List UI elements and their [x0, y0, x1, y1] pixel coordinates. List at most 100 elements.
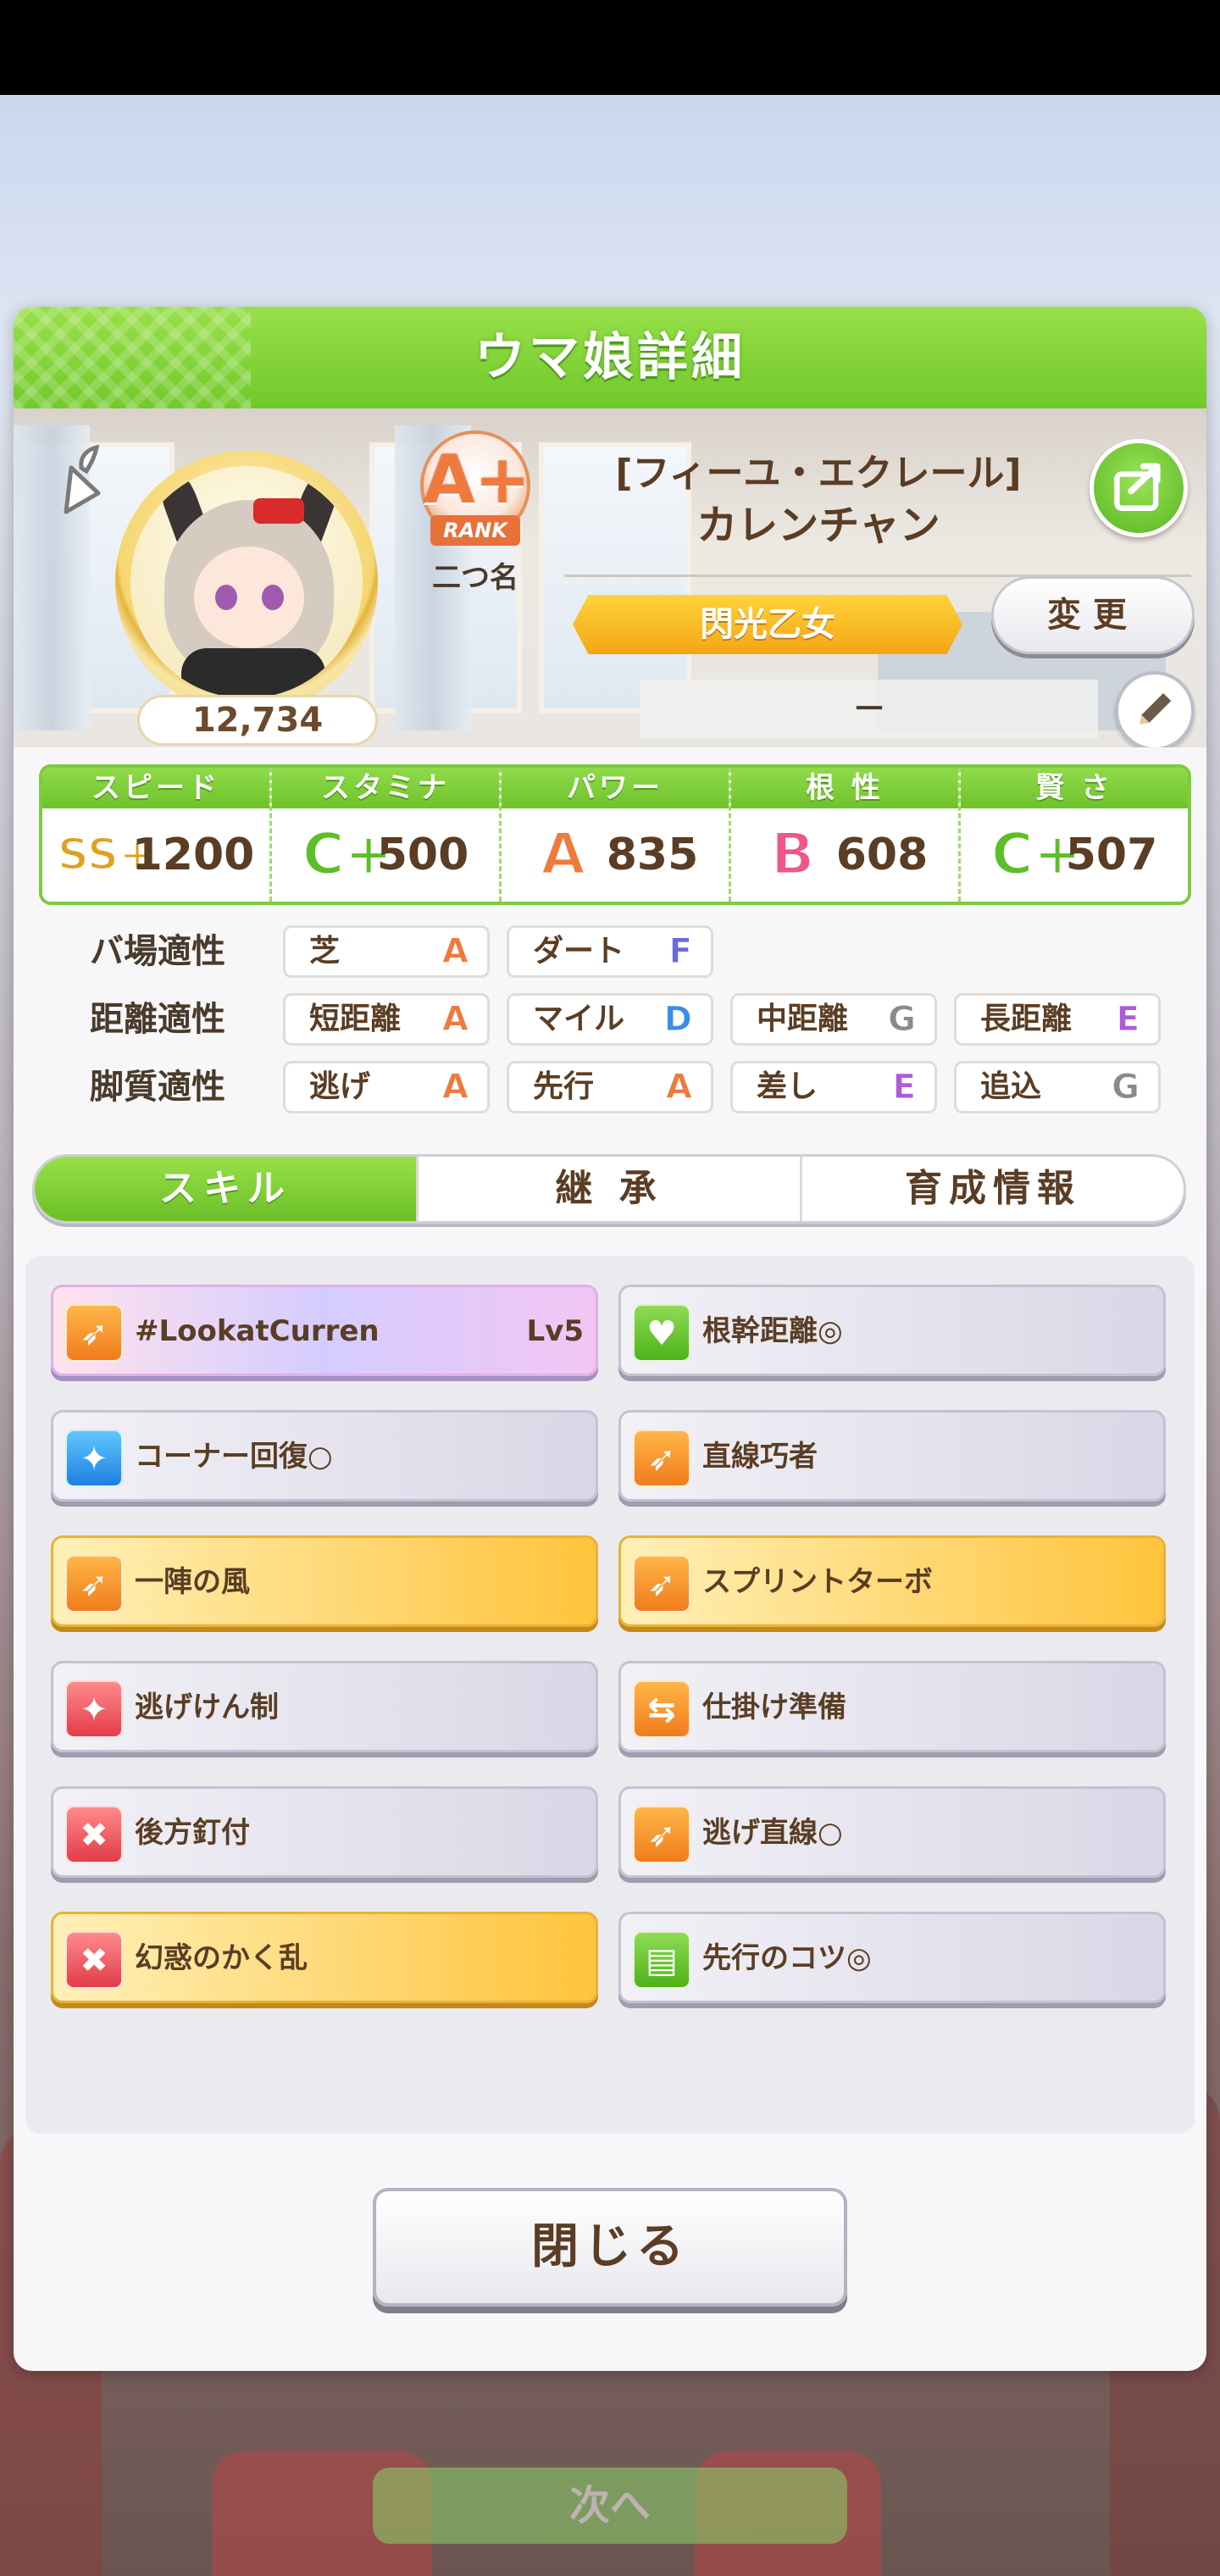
- stat-body: A 835: [502, 808, 729, 902]
- skill-card[interactable]: ➶ 一陣の風: [51, 1535, 598, 1627]
- debuff-icon: ✖: [65, 1931, 123, 1989]
- stat-body: C+ 500: [272, 808, 499, 902]
- skill-name: 先行のコツ◎: [702, 1941, 872, 1975]
- stat-speed: スピード SS+ 1200: [42, 768, 272, 902]
- change-nickname-button[interactable]: 変更: [991, 576, 1195, 654]
- stat-label: 根 性: [731, 768, 958, 808]
- detail-tabs: スキル 継 承 育成情報: [32, 1154, 1186, 1224]
- aptitude-grade: E: [892, 1068, 916, 1108]
- aptitude-cell: ダート F: [507, 925, 713, 978]
- skill-card[interactable]: ➶ #LookatCurren Lv5: [51, 1285, 598, 1376]
- skill-card[interactable]: ➶ スプリントターボ: [618, 1535, 1166, 1627]
- face: [194, 547, 304, 648]
- skill-level: Lv5: [526, 1314, 585, 1348]
- aptitude-grade: G: [1112, 1068, 1140, 1108]
- aptitude-name: ダート: [533, 934, 625, 969]
- tab-skill[interactable]: スキル: [35, 1157, 419, 1221]
- skill-name: 根幹距離◎: [702, 1314, 843, 1348]
- skill-name: スプリントターボ: [702, 1565, 933, 1599]
- stat-body: C+ 507: [961, 808, 1188, 902]
- running-icon: ➶: [633, 1430, 690, 1487]
- aptitude-name: 芝: [309, 934, 341, 969]
- stat-label: スタミナ: [272, 768, 499, 808]
- skill-card[interactable]: ✖ 幻惑のかく乱: [51, 1912, 598, 2003]
- stat-power: パワー A 835: [502, 768, 731, 902]
- stat-value: 507: [1065, 830, 1158, 880]
- red-bow: [253, 498, 304, 524]
- aptitude-cell: 長距離 E: [954, 993, 1161, 1046]
- aptitude-label: 距離適性: [90, 1000, 225, 1039]
- aptitude-grade: D: [663, 1000, 692, 1040]
- skill-card[interactable]: ➶ 逃げ直線○: [618, 1786, 1166, 1878]
- aptitude-name: 差し: [757, 1069, 818, 1104]
- character-portrait[interactable]: [115, 451, 378, 713]
- stat-stamina: スタミナ C+ 500: [272, 768, 502, 902]
- aptitude-cell: 追込 G: [954, 1061, 1161, 1113]
- modal-header: ウマ娘詳細: [14, 307, 1206, 408]
- skill-card[interactable]: ➶ 直線巧者: [618, 1410, 1166, 1502]
- stat-value: 1200: [131, 830, 255, 880]
- skill-name: 逃げけん制: [135, 1690, 279, 1724]
- aptitude-name: マイル: [533, 1002, 625, 1036]
- aptitude-grade: F: [668, 932, 692, 972]
- eye: [262, 585, 284, 610]
- character-name: カレンチャン: [696, 502, 940, 549]
- edit-memo-button[interactable]: [1115, 671, 1195, 747]
- memo-field: －: [640, 680, 1098, 739]
- stat-guts: 根 性 B 608: [731, 768, 961, 902]
- aptitude-name: 逃げ: [309, 1069, 371, 1104]
- stat-grade: A: [540, 821, 587, 888]
- fan-count: 12,734: [137, 695, 378, 746]
- stat-wisdom: 賢 さ C+ 507: [961, 768, 1188, 902]
- skill-name: #LookatCurren: [135, 1314, 380, 1348]
- status-bar: [0, 0, 1220, 95]
- aptitude-cell: 逃げ A: [283, 1061, 490, 1113]
- stat-label: パワー: [502, 768, 729, 808]
- book-icon: ▤: [633, 1931, 690, 1989]
- aptitude-cell: 先行 A: [507, 1061, 713, 1113]
- skill-card[interactable]: ✖ 後方釘付: [51, 1786, 598, 1878]
- tab-inheritance[interactable]: 継 承: [419, 1157, 802, 1221]
- skill-card[interactable]: ▤ 先行のコツ◎: [618, 1912, 1166, 2003]
- rank-badge: A+ RANK: [412, 430, 539, 558]
- debuff-icon: ✖: [65, 1806, 123, 1863]
- background-next-button: 次へ: [373, 2468, 847, 2544]
- aptitude-grade: A: [442, 1068, 469, 1108]
- character-avatar: [130, 466, 363, 698]
- aptitude-label: 脚質適性: [90, 1068, 225, 1107]
- aptitude-cell: 短距離 A: [283, 993, 490, 1046]
- skill-name: 一陣の風: [135, 1565, 250, 1599]
- heart-icon: ♥: [633, 1304, 690, 1362]
- skill-name: 仕掛け準備: [702, 1690, 846, 1724]
- share-button[interactable]: [1090, 439, 1188, 537]
- stat-body: B 608: [731, 808, 958, 902]
- skill-card[interactable]: ✦ 逃げけん制: [51, 1661, 598, 1752]
- stat-body: SS+ 1200: [42, 808, 269, 902]
- aptitude-name: 短距離: [309, 1002, 402, 1036]
- skill-card[interactable]: ♥ 根幹距離◎: [618, 1285, 1166, 1376]
- skill-card[interactable]: ✦ コーナー回復○: [51, 1410, 598, 1502]
- skill-card[interactable]: ⇆ 仕掛け準備: [618, 1661, 1166, 1752]
- style-aptitude-row: 脚質適性 逃げ A 先行 A 差し E 追込 G: [64, 1061, 1183, 1113]
- stat-value: 500: [376, 830, 469, 880]
- aptitude-name: 中距離: [757, 1002, 849, 1036]
- profile-area: 12,734 A+ RANK 二つ名 [フィーユ・エクレール] カレンチャン 閃…: [14, 408, 1206, 747]
- distance-aptitude-row: 距離適性 短距離 A マイル D 中距離 G 長距離 E: [64, 993, 1183, 1046]
- share-icon: [1114, 463, 1161, 511]
- skill-name: 直線巧者: [702, 1440, 818, 1474]
- rank-ribbon: RANK: [430, 515, 520, 546]
- carrot-icon[interactable]: [47, 442, 115, 519]
- arrow-icon: ⇆: [633, 1680, 690, 1738]
- skill-name: 後方釘付: [135, 1816, 250, 1850]
- aptitude-grade: G: [888, 1000, 917, 1040]
- skill-name: コーナー回復○: [135, 1440, 333, 1474]
- running-icon: ➶: [633, 1555, 690, 1613]
- nickname-label: 二つ名: [432, 561, 518, 595]
- running-icon: ➶: [65, 1304, 123, 1362]
- skill-name: 逃げ直線○: [702, 1816, 843, 1850]
- close-button[interactable]: 閉じる: [373, 2188, 847, 2307]
- uma-detail-modal: ウマ娘詳細 12,734 A+ RANK 二つ名 [フィーユ・エクレール] カレ…: [14, 307, 1206, 2371]
- aptitude-name: 先行: [533, 1069, 595, 1104]
- tab-training-info[interactable]: 育成情報: [802, 1157, 1184, 1221]
- track-aptitude-row: バ場適性 芝 A ダート F: [64, 925, 1183, 978]
